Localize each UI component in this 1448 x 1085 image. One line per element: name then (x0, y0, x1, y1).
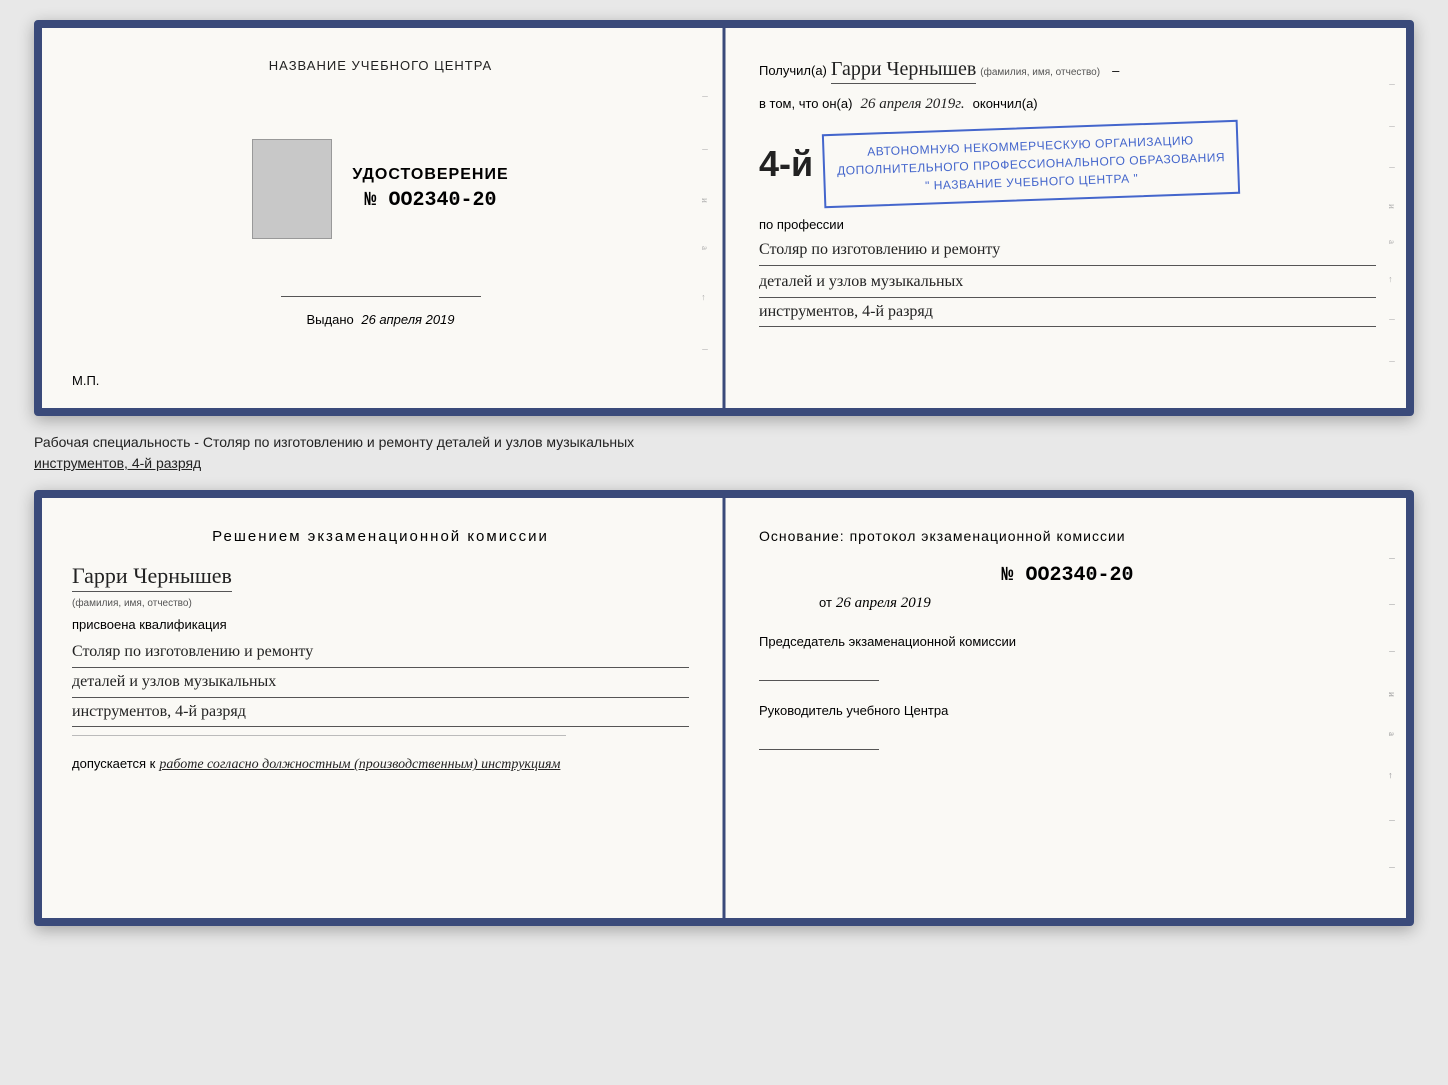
caption-block: Рабочая специальность - Столяр по изгото… (34, 432, 1414, 474)
po-professii-label: по профессии (759, 217, 1376, 232)
caption-text-main: Рабочая специальность - Столяр по изгото… (34, 434, 634, 450)
bottom-left-page: Решением экзаменационной комиссии Гарри … (42, 498, 719, 918)
caption-text-2: инструментов, 4-й разряд (34, 455, 201, 471)
top-right-page: Получил(а) Гарри Чернышев (фамилия, имя,… (719, 28, 1406, 408)
mp-label: М.П. (72, 373, 99, 388)
cert-number: № OO2340-20 (352, 189, 508, 212)
cert-title: УДОСТОВЕРЕНИЕ (352, 166, 508, 184)
bottom-name: Гарри Чернышев (72, 563, 232, 592)
chairman-block: Председатель экзаменационной комиссии (759, 632, 1376, 681)
top-left-page: НАЗВАНИЕ УЧЕБНОГО ЦЕНТРА УДОСТОВЕРЕНИЕ №… (42, 28, 719, 408)
photo-placeholder (252, 139, 332, 239)
dash1: – (1112, 63, 1119, 78)
prof-line3: инструментов, 4-й разряд (759, 298, 1376, 328)
osnovaniye-title: Основание: протокол экзаменационной коми… (759, 528, 1376, 544)
dopuskaetsya-line: допускается к работе согласно должностны… (72, 756, 689, 773)
recipient-name: Гарри Чернышев (831, 58, 976, 84)
dopusk-text: работе согласно должностным (производств… (159, 757, 560, 773)
grade-badge: 4-й (759, 143, 813, 185)
ot-date: 26 апреля 2019 (836, 595, 931, 612)
okonchil: окончил(а) (973, 96, 1038, 111)
decision-title: Решением экзаменационной комиссии (72, 528, 689, 545)
bottom-right-page: Основание: протокол экзаменационной коми… (719, 498, 1406, 918)
right-side-deco: – – – и а ← – – (1384, 48, 1400, 398)
chairman-signature-line (759, 661, 879, 681)
date-handwritten: 26 апреля 2019г. (860, 96, 964, 113)
prof-line2: деталей и узлов музыкальных (759, 268, 1376, 298)
qual-line2: деталей и узлов музыкальных (72, 668, 689, 698)
prisvoena-line: присвоена квалификация (72, 617, 689, 632)
rukovoditel-block: Руководитель учебного Центра (759, 701, 1376, 750)
issued-line: Выдано 26 апреля 2019 (281, 312, 481, 327)
fio-sub: (фамилия, имя, отчество) (980, 67, 1100, 78)
qual-line3: инструментов, 4-й разряд (72, 698, 689, 728)
chairman-label: Председатель экзаменационной комиссии (759, 632, 1376, 653)
bottom-document-spread: Решением экзаменационной комиссии Гарри … (34, 490, 1414, 926)
vtom-line: в том, что он(а) 26 апреля 2019г. окончи… (759, 96, 1376, 113)
poluchil-label: Получил(а) (759, 63, 827, 78)
vtom-prefix: в том, что он(а) (759, 96, 852, 111)
prof-line1: Столяр по изготовлению и ремонту (759, 236, 1376, 266)
org-name-top: НАЗВАНИЕ УЧЕБНОГО ЦЕНТРА (269, 58, 492, 73)
rukovoditel-label: Руководитель учебного Центра (759, 701, 1376, 722)
cert-title-block: УДОСТОВЕРЕНИЕ № OO2340-20 (352, 166, 508, 212)
dopuskaetsya-label: допускается к (72, 756, 155, 771)
cert-block: УДОСТОВЕРЕНИЕ № OO2340-20 (252, 139, 508, 239)
rukovoditel-signature-line (759, 730, 879, 750)
protocol-number: № OO2340-20 (759, 564, 1376, 587)
stamp-box: АВТОНОМНУЮ НЕКОММЕРЧЕСКУЮ ОРГАНИЗАЦИЮ ДО… (822, 120, 1240, 208)
ot-line: от 26 апреля 2019 (819, 595, 1376, 612)
ot-label: от (819, 595, 832, 610)
recipient-line: Получил(а) Гарри Чернышев (фамилия, имя,… (759, 58, 1376, 84)
top-document-spread: НАЗВАНИЕ УЧЕБНОГО ЦЕНТРА УДОСТОВЕРЕНИЕ №… (34, 20, 1414, 416)
bottom-fio-sub: (фамилия, имя, отчество) (72, 598, 689, 609)
qual-line1: Столяр по изготовлению и ремонту (72, 638, 689, 668)
bottom-right-deco: – – – и а ← – – (1384, 518, 1400, 908)
left-side-deco: – – и а ← – (697, 48, 713, 398)
issued-date: 26 апреля 2019 (361, 312, 454, 327)
